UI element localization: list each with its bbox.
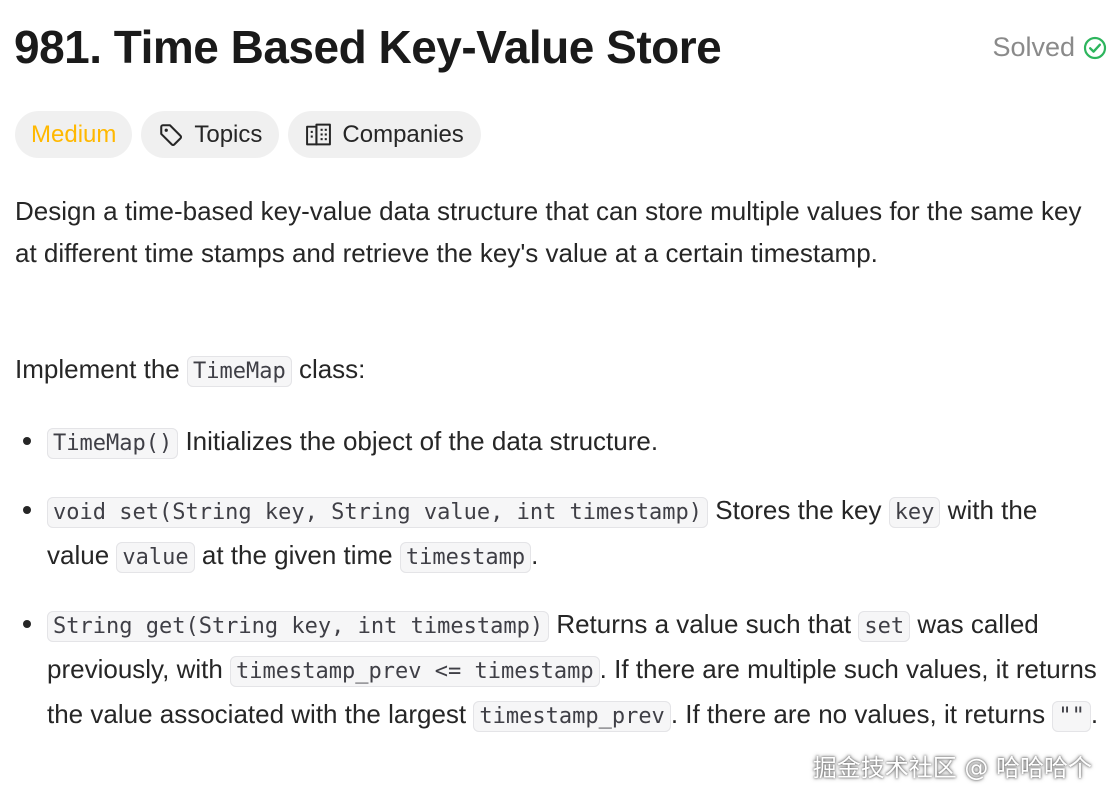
method-text: . If there are no values, it returns — [670, 699, 1046, 729]
inline-code: set — [858, 611, 911, 642]
method-item-get: String get(String key, int timestamp) Re… — [15, 603, 1100, 738]
tag-icon — [158, 122, 184, 148]
problem-description-panel: 981. Time Based Key-Value Store Solved M… — [14, 0, 1107, 732]
solved-label: Solved — [992, 32, 1075, 62]
inline-code: value — [116, 542, 195, 573]
difficulty-label: Medium — [31, 120, 117, 148]
method-item-set: void set(String key, String value, int t… — [15, 489, 1100, 579]
inline-code: "" — [1052, 701, 1091, 732]
method-description: Initializes the object of the data struc… — [185, 426, 659, 456]
problem-intro: Design a time-based key-value data struc… — [15, 196, 1082, 268]
implement-prefix: Implement the — [15, 354, 180, 384]
implement-line: Implement the TimeMap class: — [15, 348, 365, 393]
inline-code: timestamp_prev <= timestamp — [230, 656, 600, 687]
method-signature: String get(String key, int timestamp) — [47, 611, 550, 642]
inline-code: key — [888, 497, 941, 528]
method-item-constructor: TimeMap() Initializes the object of the … — [15, 420, 1100, 465]
class-name-code: TimeMap — [186, 356, 292, 387]
inline-code: timestamp — [399, 542, 532, 573]
method-text: Returns a value such that — [556, 609, 852, 639]
method-text: . — [531, 540, 539, 570]
building-icon — [305, 122, 332, 148]
title-row: 981. Time Based Key-Value Store Solved — [14, 0, 1107, 96]
problem-title: 981. Time Based Key-Value Store — [14, 21, 722, 73]
method-signature: void set(String key, String value, int t… — [47, 497, 709, 528]
implement-suffix: class: — [298, 354, 366, 384]
method-signature: TimeMap() — [47, 428, 179, 459]
topics-button[interactable]: Topics — [141, 111, 280, 158]
watermark: 掘金技术社区 @ 哈哈哈个 — [812, 754, 1092, 782]
method-text: Stores the key — [715, 495, 882, 525]
companies-label: Companies — [342, 120, 464, 148]
method-text: . — [1090, 699, 1099, 729]
check-circle-icon — [1083, 36, 1107, 60]
method-list: TimeMap() Initializes the object of the … — [15, 420, 1100, 762]
inline-code: timestamp_prev — [473, 701, 671, 732]
solved-status: Solved — [992, 32, 1107, 63]
companies-button[interactable]: Companies — [288, 111, 481, 158]
method-text: at the given time — [201, 540, 393, 570]
topics-label: Topics — [194, 120, 263, 148]
tag-chips: Medium Topics Companies — [15, 111, 481, 158]
difficulty-badge[interactable]: Medium — [15, 111, 133, 158]
